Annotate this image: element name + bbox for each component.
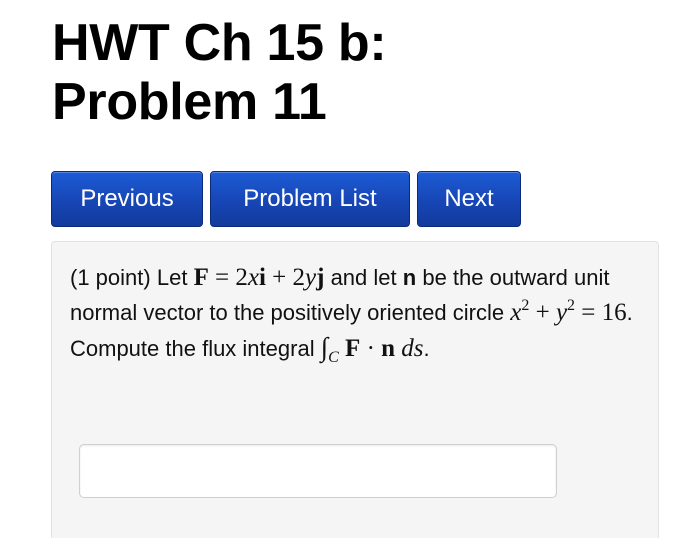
problem-and-let-text: and let xyxy=(330,265,397,290)
answer-input[interactable] xyxy=(79,444,557,498)
problem-list-button[interactable]: Problem List xyxy=(210,171,410,227)
problem-panel: (1 point) Let F = 2xi + 2yj and let n be… xyxy=(51,241,659,538)
page-title-line-2: Problem 11 xyxy=(52,73,327,131)
previous-button[interactable]: Previous xyxy=(51,171,203,227)
circle-equation: x2 + y2 = 16 xyxy=(510,297,627,327)
next-button[interactable]: Next xyxy=(417,171,521,227)
problem-statement: (1 point) Let F = 2xi + 2yj and let n be… xyxy=(70,260,650,366)
page-title-line-1: HWT Ch 15 b: xyxy=(52,14,387,72)
problem-let-text: Let xyxy=(156,265,188,290)
problem-points: (1 point) xyxy=(70,265,151,290)
vector-field-symbol: F xyxy=(193,264,209,291)
flux-integral-expression: ∫C F · n ds xyxy=(320,332,424,366)
problem-end-text: . xyxy=(423,336,430,361)
page-title: HWT Ch 15 b: Problem 11 xyxy=(52,14,672,132)
vector-field-definition: = 2xi + 2yj xyxy=(214,264,325,291)
normal-vector-symbol: n xyxy=(402,265,417,290)
